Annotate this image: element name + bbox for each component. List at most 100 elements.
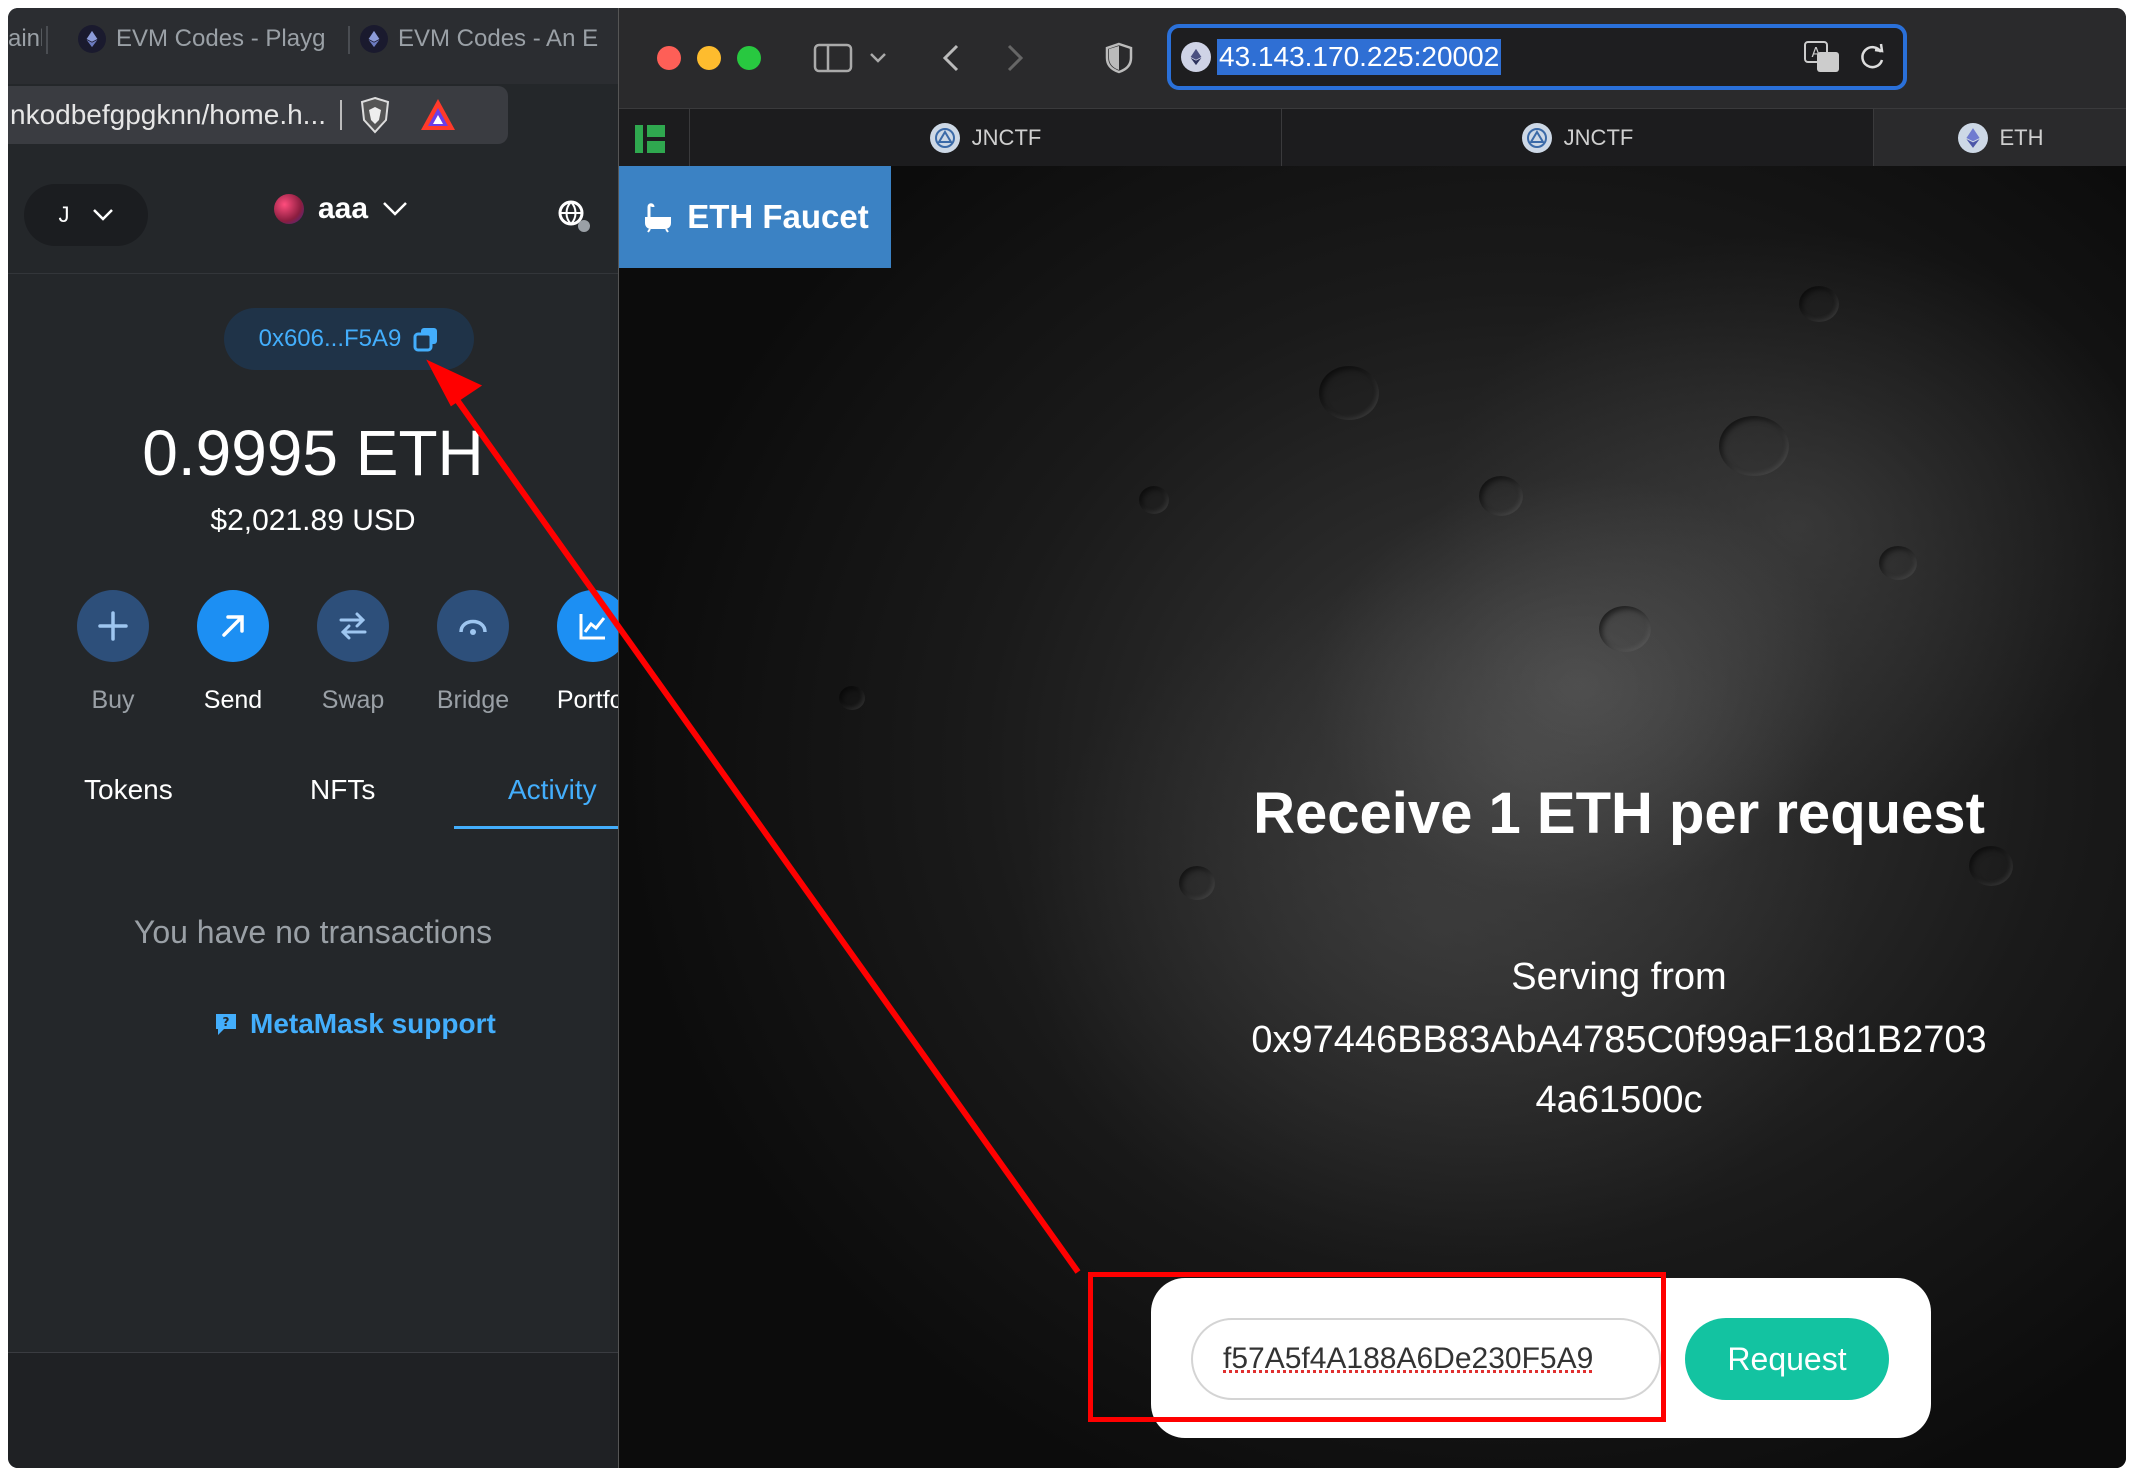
address-text: nkodbefgpgknn/home.h...	[10, 99, 327, 130]
close-window-button[interactable]	[657, 46, 681, 70]
tab-eth[interactable]: ETH	[1873, 109, 2126, 167]
tab-jnctf-2[interactable]: JNCTF	[1281, 109, 1873, 167]
brave-shield-icon[interactable]	[358, 96, 392, 134]
eth-faucet-label: ETH Faucet	[687, 198, 869, 235]
buy-button[interactable]: Buy	[58, 590, 168, 715]
tab-label: EVM Codes - Playg	[116, 25, 326, 52]
swap-label: Swap	[321, 686, 385, 714]
zoom-window-button[interactable]	[737, 46, 761, 70]
chevron-down-icon[interactable]	[867, 36, 889, 80]
jnctf-icon	[1521, 123, 1552, 153]
network-picker[interactable]: aaa	[274, 192, 408, 226]
moon-crater	[1969, 846, 2013, 886]
svg-text:?: ?	[223, 1015, 230, 1029]
tab-label: ETH	[1999, 125, 2044, 150]
svg-text:A: A	[1812, 46, 1821, 61]
url-bar[interactable]: 43.143.170.225:20002 A	[1167, 24, 1907, 90]
ethereum-icon	[1957, 123, 1988, 153]
translate-icon[interactable]: A	[1803, 40, 1841, 74]
network-name: aaa	[318, 192, 369, 225]
chevron-down-icon	[92, 209, 113, 221]
tab-label: JNCTF	[1563, 125, 1634, 150]
account-avatar	[274, 194, 304, 224]
back-arrow-icon[interactable]	[939, 36, 963, 80]
account-picker[interactable]: J	[24, 184, 148, 246]
reload-icon[interactable]	[1857, 40, 1887, 72]
moon-crater	[1599, 606, 1651, 652]
request-form: f57A5f4A188A6De230F5A9 Request	[1151, 1278, 1931, 1438]
safari-window: 43.143.170.225:20002 A JNCTF JNCTF ETH E…	[618, 8, 2126, 1468]
moon-crater	[1319, 366, 1379, 420]
faucet-page: ETH Faucet Receive 1 ETH per request Ser…	[619, 166, 2126, 1468]
metamask-support-link[interactable]: ? MetaMask support	[212, 1008, 496, 1040]
address-divider	[340, 100, 343, 130]
moon-crater	[1879, 546, 1917, 580]
moon-crater	[1479, 476, 1523, 516]
metamask-header: J aaa	[8, 164, 618, 274]
eth-balance: 0.9995 ETH	[142, 417, 484, 489]
sidebar-toggle-icon[interactable]	[811, 36, 855, 80]
faucet-headline: Receive 1 ETH per request	[1253, 781, 1985, 846]
left-footer	[8, 1352, 618, 1468]
screenshot-root: ainl EVM Codes - Playg EVM Codes - An E …	[0, 0, 2134, 1476]
ethereum-icon	[1181, 42, 1211, 72]
tab-jnctf-1[interactable]: JNCTF	[689, 109, 1281, 167]
portfolio-icon	[557, 590, 618, 662]
request-button[interactable]: Request	[1685, 1318, 1889, 1400]
tab-label: EVM Codes - An E	[398, 25, 599, 52]
tab-label: ainl	[8, 25, 42, 52]
account-initial: J	[58, 202, 70, 227]
moon-crater	[1799, 286, 1839, 322]
moon-crater	[1179, 866, 1215, 900]
active-tab-indicator	[454, 826, 618, 829]
bathtub-icon	[645, 203, 672, 233]
send-label: Send	[203, 686, 263, 714]
faucet-source-address-line: 0x97446BB83AbA4785C0f99aF18d1B2703	[1251, 1019, 1987, 1061]
tab-evm-codes-intro[interactable]: EVM Codes - An E	[360, 22, 618, 56]
url-text: 43.143.170.225:20002	[1217, 39, 1502, 75]
ethereum-icon	[78, 25, 106, 53]
moon-crater	[1139, 486, 1169, 514]
eth-faucet-nav-button[interactable]: ETH Faucet	[619, 166, 891, 268]
connected-sites-icon[interactable]	[556, 198, 592, 234]
swap-button[interactable]: Swap	[298, 590, 408, 715]
faucet-source-address-line: 4a61500c	[1535, 1079, 1703, 1121]
bridge-button[interactable]: Bridge	[418, 590, 528, 715]
bridge-icon	[437, 590, 509, 662]
buy-label: Buy	[91, 686, 135, 714]
send-icon	[197, 590, 269, 662]
left-tab-bar: ainl EVM Codes - Playg EVM Codes - An E	[8, 8, 618, 84]
minimize-window-button[interactable]	[697, 46, 721, 70]
account-address-copy[interactable]: 0x606...F5A9	[224, 308, 474, 370]
moon-crater	[1719, 416, 1789, 476]
wallet-address-value: f57A5f4A188A6De230F5A9	[1223, 1342, 1594, 1375]
tab-nfts[interactable]: NFTs	[310, 774, 375, 806]
tab-evm-codes-playground[interactable]: EVM Codes - Playg	[78, 22, 340, 56]
tab-overview-icon[interactable]	[633, 123, 667, 155]
support-link-label: MetaMask support	[250, 1008, 496, 1039]
brave-rewards-icon[interactable]	[418, 96, 458, 134]
privacy-shield-icon[interactable]	[1103, 36, 1135, 80]
moon-crater	[839, 686, 865, 710]
portfolio-button[interactable]: Portfol	[538, 590, 618, 715]
chat-bubble-icon: ?	[216, 1014, 236, 1035]
fiat-balance: $2,021.89 USD	[210, 504, 416, 537]
forward-arrow-icon[interactable]	[1003, 36, 1027, 80]
metamask-browser-window: ainl EVM Codes - Playg EVM Codes - An E …	[8, 8, 618, 1468]
tab-divider	[348, 26, 350, 54]
copy-icon	[413, 328, 438, 352]
left-address-bar[interactable]: nkodbefgpgknn/home.h...	[8, 86, 508, 144]
tab-tokens[interactable]: Tokens	[84, 774, 173, 806]
tab-divider	[46, 26, 48, 54]
buy-icon	[77, 590, 149, 662]
wallet-address-input[interactable]: f57A5f4A188A6De230F5A9	[1191, 1318, 1661, 1400]
account-address: 0x606...F5A9	[258, 325, 402, 352]
bridge-label: Bridge	[436, 686, 510, 714]
ethereum-icon	[360, 25, 388, 53]
tab-partial[interactable]: ainl	[8, 22, 42, 56]
safari-tab-bar: JNCTF JNCTF ETH	[619, 108, 2126, 167]
tab-label: JNCTF	[971, 125, 1042, 150]
tab-activity[interactable]: Activity	[508, 774, 597, 806]
send-button[interactable]: Send	[178, 590, 288, 715]
serving-from-label: Serving from	[1511, 956, 1727, 998]
